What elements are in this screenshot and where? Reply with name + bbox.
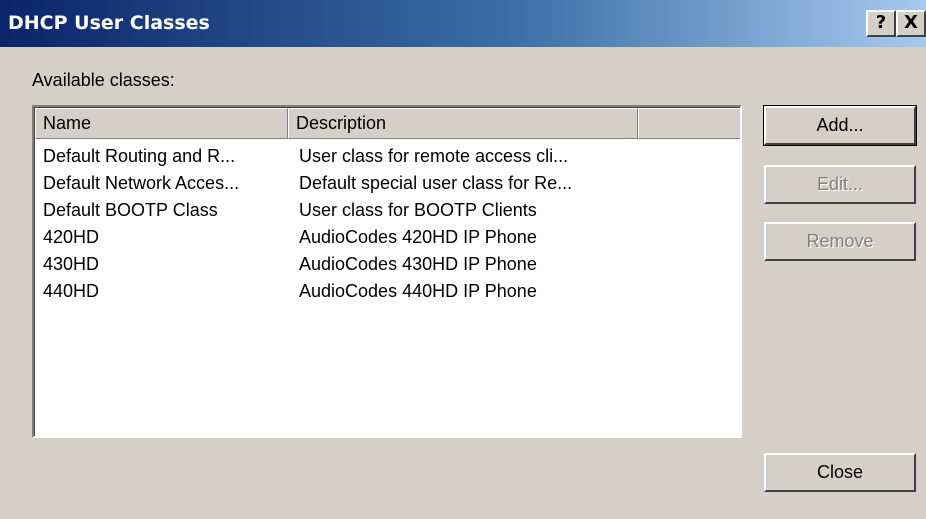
title-bar: DHCP User Classes ? X bbox=[0, 0, 926, 47]
class-name: Default BOOTP Class bbox=[43, 200, 218, 220]
list-header: Name Description bbox=[35, 108, 740, 139]
class-description: AudioCodes 430HD IP Phone bbox=[299, 254, 537, 274]
list-item[interactable]: 420HD AudioCodes 420HD IP Phone bbox=[35, 224, 740, 251]
class-description: Default special user class for Re... bbox=[299, 173, 573, 193]
column-header-name[interactable]: Name bbox=[35, 108, 288, 139]
list-item[interactable]: Default Routing and R... User class for … bbox=[35, 143, 740, 170]
edit-button[interactable]: Edit... bbox=[764, 165, 916, 204]
classes-list[interactable]: Name Description Default Routing and R..… bbox=[32, 105, 742, 438]
class-description: User class for BOOTP Clients bbox=[299, 200, 537, 220]
close-button[interactable]: Close bbox=[764, 453, 916, 492]
close-icon[interactable]: X bbox=[896, 10, 926, 37]
class-description: AudioCodes 420HD IP Phone bbox=[299, 227, 537, 247]
class-name: 420HD bbox=[43, 227, 100, 247]
column-header-description[interactable]: Description bbox=[288, 108, 638, 139]
help-icon[interactable]: ? bbox=[866, 10, 896, 37]
available-classes-label: Available classes: bbox=[32, 70, 175, 90]
class-name: Default Network Acces... bbox=[43, 173, 240, 193]
add-button[interactable]: Add... bbox=[763, 105, 917, 146]
class-description: User class for remote access cli... bbox=[299, 146, 569, 166]
list-item[interactable]: Default Network Acces... Default special… bbox=[35, 170, 740, 197]
class-name: 430HD bbox=[43, 254, 100, 274]
class-name: Default Routing and R... bbox=[43, 146, 236, 166]
class-name: 440HD bbox=[43, 281, 100, 301]
list-item[interactable]: 440HD AudioCodes 440HD IP Phone bbox=[35, 278, 740, 305]
list-item[interactable]: Default BOOTP Class User class for BOOTP… bbox=[35, 197, 740, 224]
class-description: AudioCodes 440HD IP Phone bbox=[299, 281, 537, 301]
window-title: DHCP User Classes bbox=[8, 12, 210, 34]
list-item[interactable]: 430HD AudioCodes 430HD IP Phone bbox=[35, 251, 740, 278]
remove-button[interactable]: Remove bbox=[764, 222, 916, 261]
column-header-empty[interactable] bbox=[638, 108, 740, 139]
